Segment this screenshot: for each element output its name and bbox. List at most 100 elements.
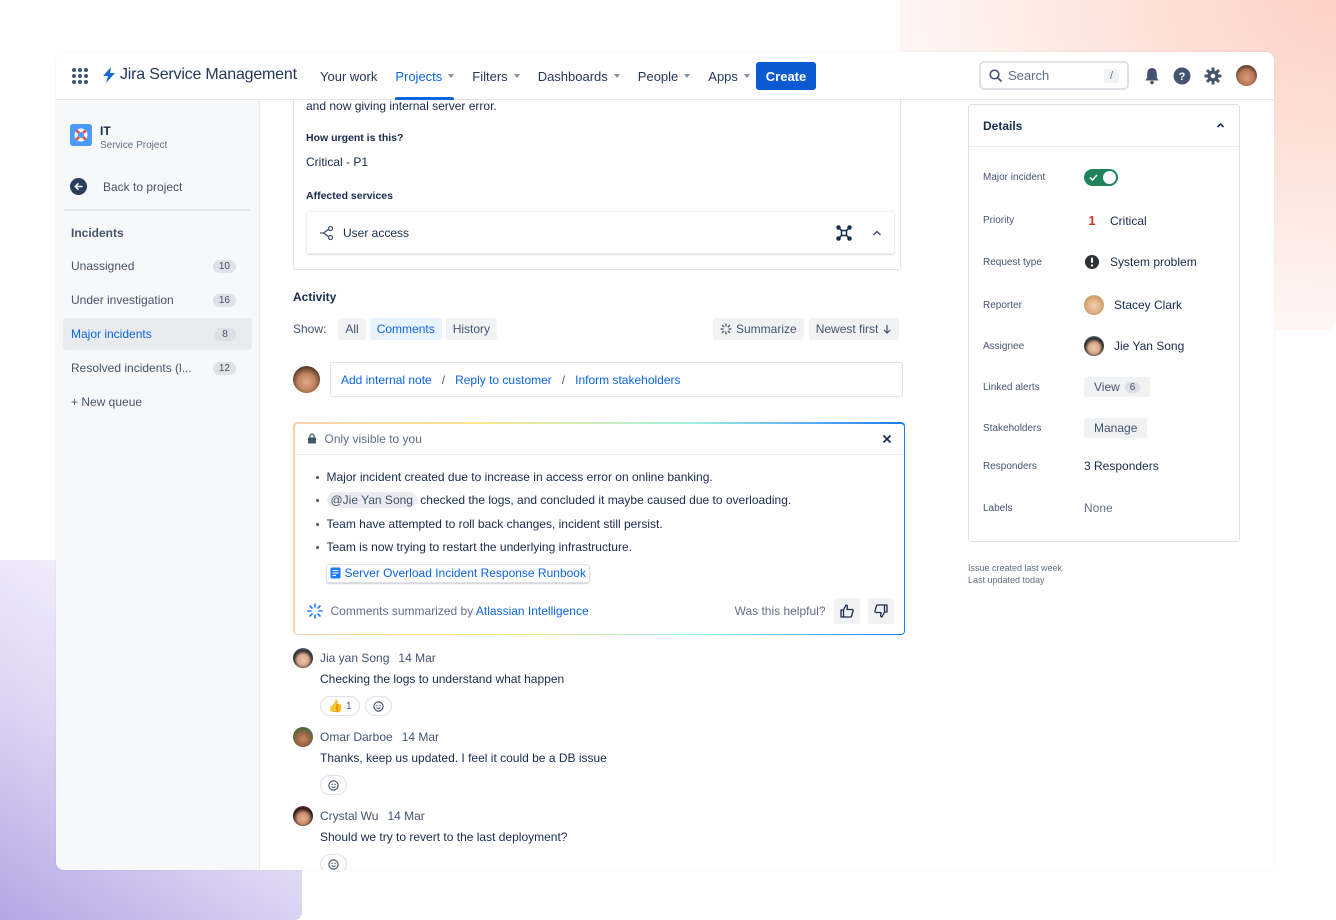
- details-header[interactable]: Details: [969, 105, 1239, 147]
- new-queue-button[interactable]: + New queue: [71, 395, 142, 409]
- priority-value[interactable]: 1 Critical: [1084, 213, 1146, 228]
- major-incident-toggle[interactable]: [1084, 169, 1118, 186]
- thumbs-up-button[interactable]: [833, 597, 860, 624]
- summarized-by-prefix: Comments summarized by: [330, 603, 476, 618]
- view-label: View: [1094, 380, 1120, 394]
- runbook-link[interactable]: Server Overload Incident Response Runboo…: [325, 563, 590, 583]
- comment-avatar[interactable]: [293, 648, 313, 668]
- detail-responders: Responders 3 Responders: [983, 459, 1228, 473]
- sidebar: IT Service Project Back to project Incid…: [56, 100, 260, 870]
- create-button[interactable]: Create: [756, 62, 816, 90]
- settings-icon[interactable]: [1203, 66, 1223, 86]
- detail-label: Responders: [983, 460, 1037, 472]
- product-logo[interactable]: Jira Service Management: [102, 66, 297, 84]
- comment-body: Thanks, keep us updated. I feel it could…: [320, 751, 607, 765]
- queue-count: 10: [212, 259, 236, 273]
- queue-unassigned[interactable]: Unassigned 10: [63, 250, 252, 282]
- search-input[interactable]: Search /: [979, 61, 1129, 90]
- view-linked-alerts-button[interactable]: View 6: [1084, 377, 1151, 397]
- summarize-button[interactable]: Summarize: [713, 318, 804, 340]
- show-label: Show:: [293, 322, 327, 336]
- runbook-title: Server Overload Incident Response Runboo…: [344, 566, 586, 580]
- service-name: User access: [343, 225, 410, 240]
- user-mention[interactable]: @Jie Yan Song: [326, 492, 417, 509]
- dependency-graph-icon[interactable]: [836, 224, 852, 241]
- queue-under-investigation[interactable]: Under investigation 16: [63, 284, 252, 316]
- filter-history[interactable]: History: [445, 318, 498, 340]
- document-icon: [330, 567, 340, 579]
- responders-value[interactable]: 3 Responders: [1084, 459, 1159, 473]
- nav-people[interactable]: People: [638, 52, 691, 100]
- details-title: Details: [983, 118, 1023, 133]
- search-placeholder: Search: [1008, 68, 1050, 83]
- request-type-text: System problem: [1110, 255, 1197, 269]
- nav-apps[interactable]: Apps: [708, 52, 750, 100]
- atlassian-intelligence-link[interactable]: Atlassian Intelligence: [476, 604, 589, 618]
- add-reaction-button[interactable]: [320, 854, 347, 870]
- back-to-project-link[interactable]: Back to project: [70, 178, 182, 195]
- comment-item: Omar Darboe 14 Mar Thanks, keep us updat…: [293, 727, 893, 795]
- assignee-name: Jie Yan Song: [1114, 339, 1185, 353]
- add-reaction-button[interactable]: [364, 696, 392, 716]
- summarize-label: Summarize: [736, 322, 797, 336]
- toggle-knob: [1103, 171, 1116, 184]
- comment-date: 14 Mar: [387, 809, 425, 823]
- nav-your-work[interactable]: Your work: [320, 52, 377, 100]
- ai-summary-panel: Only visible to you Major incident creat…: [293, 422, 905, 635]
- manage-stakeholders-button[interactable]: Manage: [1084, 418, 1148, 438]
- comment-avatar[interactable]: [293, 806, 313, 826]
- add-reaction-button[interactable]: [320, 775, 347, 795]
- ai-summary-footer: Comments summarized by Atlassian Intelli…: [306, 597, 894, 625]
- nav-label: Your work: [320, 68, 378, 84]
- nav-label: Filters: [472, 68, 508, 84]
- detail-reporter: Reporter Stacey Clark: [983, 295, 1228, 315]
- close-icon[interactable]: [882, 434, 892, 444]
- atlassian-intelligence-icon: [306, 602, 323, 619]
- assignee-value[interactable]: Jie Yan Song: [1084, 336, 1184, 356]
- comment-author[interactable]: Crystal Wu: [320, 809, 378, 823]
- bell-icon[interactable]: [1142, 66, 1162, 86]
- thumbs-down-button[interactable]: [867, 597, 894, 624]
- reaction-thumbs-up[interactable]: 👍 1: [320, 696, 360, 716]
- reply-to-customer-link[interactable]: Reply to customer: [455, 373, 552, 387]
- detail-labels: Labels None: [983, 501, 1228, 515]
- chevron-down-icon: [448, 74, 455, 78]
- detail-label: Major incident: [983, 172, 1046, 183]
- queue-count: 16: [212, 293, 236, 307]
- queue-count: 8: [214, 327, 236, 341]
- add-internal-note-link[interactable]: Add internal note: [341, 373, 432, 387]
- app-switcher-icon[interactable]: [72, 68, 88, 84]
- alert-icon: [1085, 255, 1099, 269]
- user-avatar[interactable]: [1236, 65, 1257, 86]
- queue-label: Resolved incidents (l...: [71, 361, 192, 375]
- nav-dashboards[interactable]: Dashboards: [538, 52, 620, 100]
- queue-major-incidents[interactable]: Major incidents 8: [63, 318, 252, 350]
- chevron-down-icon: [513, 74, 520, 78]
- filter-all[interactable]: All: [338, 318, 366, 340]
- comment-author[interactable]: Jia yan Song: [320, 651, 389, 665]
- comment-item: Jia yan Song 14 Mar Checking the logs to…: [293, 648, 893, 716]
- compose-box[interactable]: Add internal note / Reply to customer / …: [330, 362, 903, 397]
- affected-service-card[interactable]: User access: [306, 211, 895, 254]
- request-type-value[interactable]: System problem: [1084, 254, 1197, 270]
- filter-comments[interactable]: Comments: [369, 318, 442, 340]
- labels-value[interactable]: None: [1084, 501, 1113, 515]
- bullet-text: Team have attempted to roll back changes…: [326, 516, 663, 531]
- help-icon[interactable]: ?: [1172, 66, 1192, 86]
- chevron-up-icon[interactable]: [1216, 121, 1225, 130]
- assignee-avatar: [1084, 336, 1104, 356]
- reporter-value[interactable]: Stacey Clark: [1084, 295, 1182, 315]
- inform-stakeholders-link[interactable]: Inform stakeholders: [575, 373, 680, 387]
- detail-assignee: Assignee Jie Yan Song: [983, 336, 1228, 356]
- chevron-up-icon[interactable]: [872, 228, 882, 238]
- urgency-value: Critical - P1: [306, 155, 369, 169]
- queue-resolved-incidents[interactable]: Resolved incidents (l... 12: [63, 352, 252, 384]
- updated-text: Last updated today: [968, 575, 1045, 585]
- sort-button[interactable]: Newest first: [808, 318, 900, 340]
- project-header[interactable]: IT Service Project: [70, 124, 167, 151]
- nav-projects[interactable]: Projects: [395, 52, 455, 100]
- nav-filters[interactable]: Filters: [472, 52, 520, 100]
- thumbs-down-icon: [873, 603, 888, 618]
- comment-avatar[interactable]: [293, 727, 313, 747]
- comment-author[interactable]: Omar Darboe: [320, 730, 393, 744]
